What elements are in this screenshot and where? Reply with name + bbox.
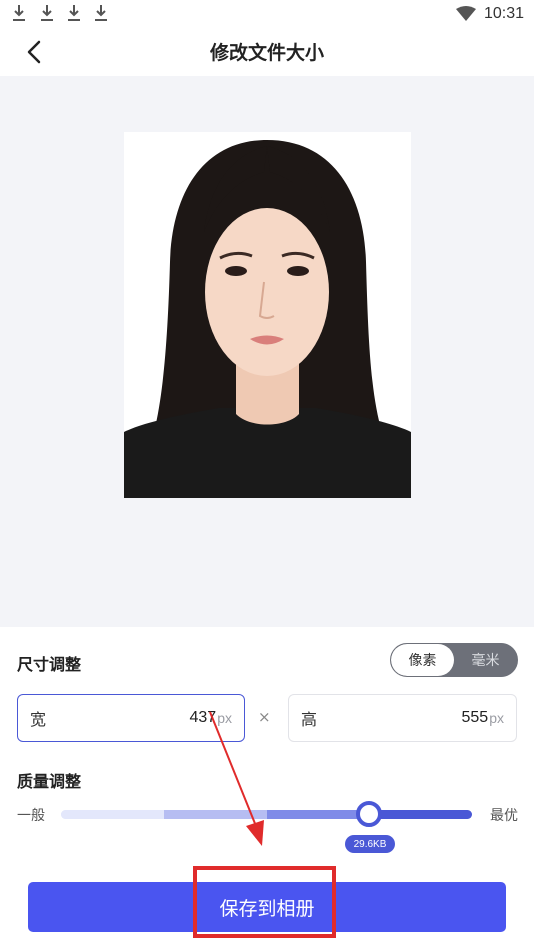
- unit-toggle[interactable]: 像素 毫米: [390, 643, 518, 677]
- photo-preview-area: [0, 76, 534, 627]
- wifi-icon: [455, 6, 476, 21]
- size-adjust-title: 尺寸调整: [17, 655, 82, 674]
- height-label: 高: [301, 710, 318, 729]
- width-value[interactable]: 437: [190, 709, 217, 727]
- download-icon: [41, 5, 53, 21]
- annotation-highlight-box: [193, 866, 336, 938]
- width-field[interactable]: 宽 437 px: [17, 694, 245, 742]
- download-icon: [13, 5, 25, 21]
- height-field[interactable]: 高 555 px: [288, 694, 517, 742]
- status-bar: 10:31: [0, 0, 534, 28]
- slider-segment: [61, 810, 164, 819]
- quality-slider-track[interactable]: [61, 810, 472, 819]
- download-icon: [95, 5, 107, 21]
- quality-slider-thumb[interactable]: [356, 801, 382, 827]
- slider-segment: [267, 810, 370, 819]
- quality-min-label: 一般: [17, 808, 45, 824]
- unit-option-pixel[interactable]: 像素: [391, 644, 454, 676]
- edit-file-size-screen: 10:31 修改文件大小 尺寸调整 像素 毫米 宽 437 px × 高 555…: [0, 0, 534, 949]
- times-symbol: ×: [258, 708, 271, 726]
- width-label: 宽: [30, 710, 47, 729]
- quality-adjust-title: 质量调整: [17, 772, 82, 791]
- status-time: 10:31: [483, 5, 524, 22]
- slider-segment: [164, 810, 267, 819]
- header: 修改文件大小: [0, 28, 534, 76]
- portrait-photo: [124, 132, 411, 498]
- quality-max-label: 最优: [490, 808, 518, 824]
- height-unit: px: [489, 710, 504, 726]
- page-title: 修改文件大小: [209, 42, 324, 64]
- slider-segment: [370, 810, 472, 819]
- portrait-image: [124, 132, 411, 498]
- width-unit: px: [217, 710, 232, 726]
- height-value[interactable]: 555: [462, 709, 489, 727]
- unit-option-mm[interactable]: 毫米: [454, 644, 517, 676]
- file-size-badge: 29.6KB: [345, 835, 395, 853]
- status-right: 10:31: [455, 4, 524, 24]
- download-icon: [68, 5, 80, 21]
